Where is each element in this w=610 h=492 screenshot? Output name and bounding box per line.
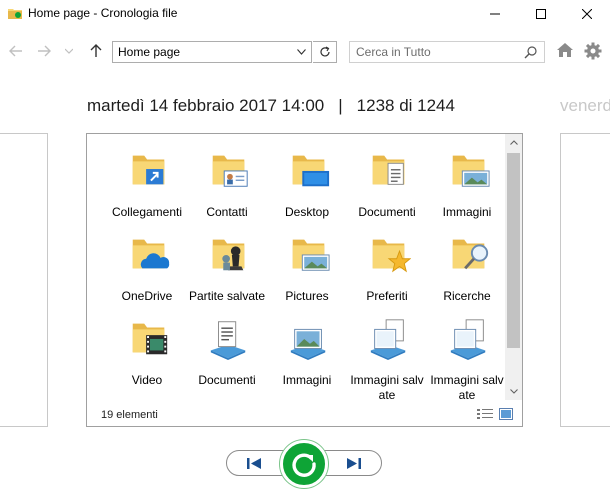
snapshot-header: martedì 14 febbraio 2017 14:00 | 1238 di 1… [87, 96, 455, 116]
up-button[interactable] [86, 41, 106, 61]
arrow-up-icon [90, 44, 102, 57]
grid-item-label: OneDrive [121, 289, 173, 303]
file-history-icon [8, 9, 22, 19]
large-icons-view-icon[interactable] [499, 408, 513, 420]
grid-item[interactable]: Partite salvate [187, 232, 267, 312]
scrollbar-thumb[interactable] [507, 153, 520, 348]
grid-item[interactable]: Immagini salvate [347, 316, 427, 400]
back-button[interactable] [6, 41, 26, 61]
pictures-folder-icon [452, 155, 490, 187]
minimize-button[interactable] [472, 0, 518, 28]
forward-button[interactable] [34, 41, 54, 61]
refresh-button[interactable] [313, 41, 337, 63]
maximize-icon [536, 9, 546, 19]
search-icon[interactable] [524, 45, 538, 59]
next-snapshot-date[interactable]: venerdì [560, 96, 610, 116]
restore-icon [292, 453, 316, 477]
chevron-down-icon [65, 48, 73, 54]
snapshot-position: 1238 di 1244 [356, 96, 455, 115]
vertical-scrollbar[interactable] [505, 134, 522, 400]
grid-item[interactable]: Documenti [187, 316, 267, 396]
skip-previous-icon [247, 457, 261, 469]
next-snapshot-panel[interactable] [560, 133, 610, 427]
snapshot-panel: Collegamenti Contatti Desktop Documenti Imma… [86, 133, 523, 427]
grid-item-label: Immagini [282, 373, 332, 387]
videos-folder-icon [132, 323, 168, 355]
recent-locations-button[interactable] [59, 41, 79, 61]
previous-snapshot-panel[interactable] [0, 133, 48, 427]
grid-item[interactable]: Preferiti [347, 232, 427, 312]
grid-item-label: Ricerche [443, 289, 491, 303]
grid-item[interactable]: Documenti [347, 148, 427, 228]
saved-games-folder-icon [212, 239, 245, 271]
grid-item-label: Preferiti [366, 289, 408, 303]
pictures-folder-icon [292, 239, 330, 271]
home-icon[interactable] [556, 42, 574, 58]
grid-item[interactable]: Video [107, 316, 187, 396]
navigation-toolbar: Home page [0, 34, 610, 68]
grid-item-label: Documenti [358, 205, 416, 219]
item-count: 19 elementi [101, 409, 158, 421]
gear-icon[interactable] [584, 42, 602, 60]
desktop-folder-icon [292, 155, 330, 187]
grid-item-label: Desktop [284, 205, 330, 219]
grid-item-label: Contatti [206, 205, 248, 219]
grid-item[interactable]: Collegamenti [107, 148, 187, 228]
header-separator: | [338, 96, 343, 115]
minimize-icon [490, 13, 500, 15]
chevron-up-icon [509, 140, 518, 145]
title-bar: Home page - Cronologia file [0, 0, 610, 28]
grid-item[interactable]: Contatti [187, 148, 267, 228]
grid-item-label: Documenti [198, 373, 256, 387]
scroll-down-button[interactable] [505, 383, 522, 400]
arrow-right-icon [38, 45, 51, 57]
grid-item[interactable]: Desktop [267, 148, 347, 228]
window-title: Home page - Cronologia file [28, 6, 178, 20]
scroll-up-button[interactable] [505, 134, 522, 151]
refresh-icon [319, 46, 330, 57]
grid-item[interactable]: Pictures [267, 232, 347, 312]
grid-item[interactable]: Immagini [267, 316, 347, 396]
saved-pictures-library-icon [370, 319, 406, 360]
contacts-folder-icon [212, 155, 248, 187]
searches-folder-icon [452, 239, 489, 270]
previous-version-button[interactable] [244, 454, 264, 472]
snapshot-date: martedì 14 febbraio 2017 14:00 [87, 96, 325, 115]
address-bar[interactable]: Home page [112, 41, 312, 63]
documents-library-icon [210, 321, 246, 360]
saved-pictures-library-icon [450, 319, 486, 360]
address-value: Home page [118, 45, 181, 59]
arrow-left-icon [9, 45, 22, 57]
documents-folder-icon [372, 155, 405, 185]
details-view-icon[interactable] [477, 408, 493, 420]
grid-item-label: Immagini salvate [430, 373, 504, 400]
grid-item[interactable]: OneDrive [107, 232, 187, 312]
grid-item-label: Video [131, 373, 163, 387]
onedrive-folder-icon [132, 239, 170, 269]
skip-next-icon [347, 457, 361, 469]
grid-item-label: Collegamenti [111, 205, 183, 219]
close-icon [582, 9, 592, 19]
chevron-down-icon [296, 49, 306, 55]
grid-item-label: Immagini [442, 205, 492, 219]
grid-item[interactable]: Immagini [427, 148, 505, 228]
grid-item-label: Partite salvate [188, 289, 266, 303]
links-folder-icon [132, 155, 165, 185]
grid-item[interactable]: Ricerche [427, 232, 505, 312]
grid-item[interactable]: Immagini salvate [427, 316, 505, 400]
restore-button[interactable] [280, 440, 328, 488]
next-version-button[interactable] [344, 454, 364, 472]
chevron-down-icon [509, 389, 518, 394]
grid-item-label: Pictures [285, 289, 329, 303]
file-grid: Collegamenti Contatti Desktop Documenti Imma… [87, 134, 505, 400]
favorites-folder-icon [372, 239, 411, 273]
search-box[interactable] [349, 41, 545, 63]
grid-item-label: Immagini salvate [350, 373, 424, 400]
maximize-button[interactable] [518, 0, 564, 28]
search-input[interactable] [356, 45, 516, 59]
close-button[interactable] [564, 0, 610, 28]
address-dropdown-button[interactable] [293, 44, 309, 60]
pictures-library-icon [290, 328, 326, 360]
